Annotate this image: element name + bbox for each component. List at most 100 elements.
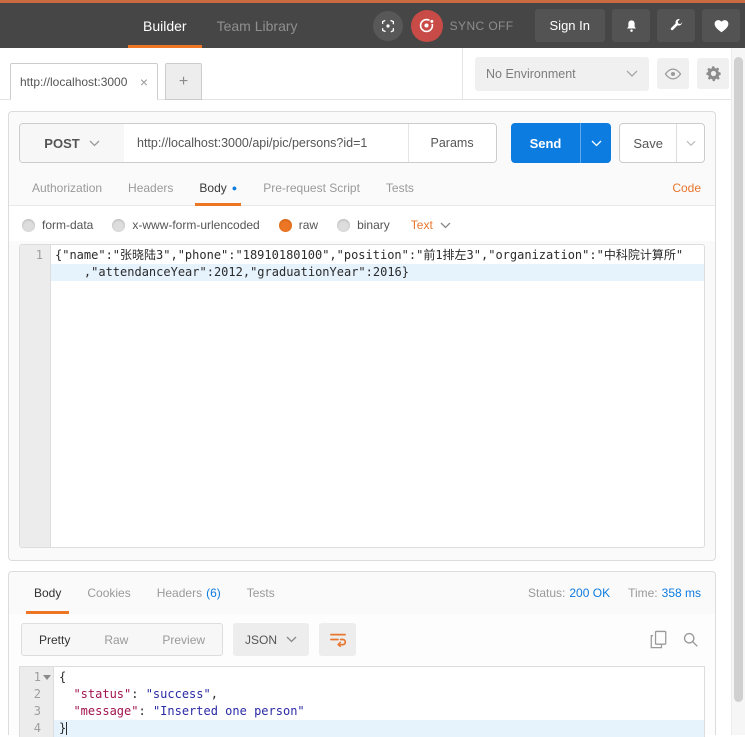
scrollbar-thumb[interactable] (734, 57, 743, 702)
view-tab-preview[interactable]: Preview (145, 624, 222, 655)
main-nav-tabs: Builder Team Library (128, 3, 313, 48)
response-tab-cookies[interactable]: Cookies (74, 572, 143, 614)
mode-binary[interactable]: binary (337, 218, 390, 232)
tab-pre-request-script[interactable]: Pre-request Script (250, 171, 373, 205)
wrap-text-button[interactable] (319, 623, 356, 656)
request-builder-panel: POST Params Send (8, 111, 716, 561)
chevron-down-icon (686, 140, 696, 147)
request-body-editor[interactable]: 1 {"name":"张晓陆3","phone":"18910180100","… (19, 244, 705, 548)
radio-unselected-icon[interactable] (112, 219, 125, 232)
response-actions (650, 630, 703, 649)
wrap-text-icon (329, 632, 347, 647)
request-tab[interactable]: http://localhost:3000 × (10, 63, 158, 100)
status-label: Status: (528, 586, 565, 600)
response-tab-body[interactable]: Body (21, 572, 74, 614)
sync-icon (417, 16, 436, 35)
editor-content[interactable]: {"name":"张晓陆3","phone":"18910180100","po… (51, 245, 704, 547)
raw-format-selector[interactable]: Text (411, 218, 451, 232)
request-section-tabs: Authorization Headers Body ● Pre-request… (9, 171, 715, 206)
notifications-button[interactable] (612, 9, 650, 42)
save-options-button[interactable] (676, 124, 704, 162)
url-group: POST Params (19, 123, 497, 163)
copy-icon[interactable] (650, 630, 667, 649)
save-button-group: Save (619, 123, 705, 163)
heart-icon (714, 19, 729, 33)
radio-unselected-icon[interactable] (22, 219, 35, 232)
settings-button[interactable] (697, 58, 729, 89)
view-tab-raw[interactable]: Raw (87, 624, 145, 655)
open-request-tabs: http://localhost:3000 × + (0, 48, 202, 99)
mode-form-data[interactable]: form-data (22, 218, 93, 232)
generate-code-link[interactable]: Code (672, 171, 705, 205)
tab-tests[interactable]: Tests (373, 171, 427, 205)
params-button[interactable]: Params (408, 124, 496, 162)
chevron-down-icon (89, 140, 100, 147)
chevron-down-icon (626, 70, 638, 78)
send-options-button[interactable] (580, 123, 611, 163)
nav-tab-builder[interactable]: Builder (128, 3, 202, 48)
response-line: } (54, 720, 704, 737)
response-tab-tests[interactable]: Tests (234, 572, 288, 614)
time-pair: Time: 358 ms (628, 586, 701, 600)
url-input[interactable] (124, 124, 408, 162)
search-icon[interactable] (682, 631, 699, 648)
radio-unselected-icon[interactable] (337, 219, 350, 232)
response-format-selector[interactable]: JSON (233, 623, 309, 656)
chevron-down-icon (591, 140, 602, 147)
response-line: "message": "Inserted one person" (54, 703, 704, 720)
favorites-button[interactable] (702, 9, 740, 42)
line-number: 1 (20, 669, 53, 686)
response-toolbar: Pretty Raw Preview JSON (9, 614, 715, 664)
json-value: "Inserted one person" (153, 704, 305, 718)
line-number: 2 (20, 686, 53, 703)
json-value: "success" (146, 687, 211, 701)
tab-headers[interactable]: Headers (115, 171, 186, 205)
new-tab-button[interactable]: + (165, 63, 202, 100)
wrench-icon (669, 18, 684, 33)
line-number: 3 (20, 703, 53, 720)
response-panel: Body Cookies Headers (6) Tests Status: 2… (8, 571, 716, 735)
response-body-viewer[interactable]: 1 2 3 4 { "status": "success", "message"… (19, 666, 705, 737)
view-tab-pretty[interactable]: Pretty (22, 624, 87, 655)
response-view-switcher: Pretty Raw Preview (21, 623, 223, 656)
fold-collapse-icon[interactable] (43, 675, 51, 680)
chevron-down-icon (440, 222, 451, 229)
main-content: POST Params Send (0, 100, 745, 735)
close-tab-icon[interactable]: × (140, 74, 148, 90)
bell-icon (624, 18, 639, 34)
method-label: POST (44, 136, 79, 151)
tab-authorization[interactable]: Authorization (19, 171, 115, 205)
capture-icon (380, 18, 396, 34)
time-value: 358 ms (662, 586, 701, 600)
body-type-selector: form-data x-www-form-urlencoded raw bina… (9, 206, 715, 241)
response-tab-headers[interactable]: Headers (6) (144, 572, 234, 614)
response-body-content: { "status": "success", "message": "Inser… (54, 667, 704, 737)
json-key: "message" (73, 704, 138, 718)
save-button[interactable]: Save (620, 124, 676, 162)
editor-line-1: {"name":"张晓陆3","phone":"18910180100","po… (51, 247, 704, 264)
sync-button[interactable] (411, 10, 443, 42)
mode-x-www-form-urlencoded[interactable]: x-www-form-urlencoded (112, 218, 259, 232)
request-tab-label: http://localhost:3000 (20, 75, 136, 89)
environment-preview-button[interactable] (657, 58, 689, 89)
radio-selected-icon[interactable] (279, 219, 292, 232)
mode-raw[interactable]: raw (279, 218, 318, 232)
response-section-tabs: Body Cookies Headers (6) Tests Status: 2… (9, 572, 715, 614)
response-line: "status": "success", (54, 686, 704, 703)
time-label: Time: (628, 586, 658, 600)
status-pair: Status: 200 OK (528, 586, 610, 600)
editor-line-1-wrapped: ,"attendanceYear":2012,"graduationYear":… (51, 264, 704, 281)
nav-tab-team-library[interactable]: Team Library (202, 3, 313, 48)
interceptor-button[interactable] (373, 11, 403, 41)
vertical-scrollbar[interactable] (731, 48, 745, 735)
tab-body[interactable]: Body ● (186, 171, 250, 205)
line-number: 1 (20, 247, 43, 264)
chevron-down-icon (286, 636, 297, 643)
sign-in-button[interactable]: Sign In (535, 9, 605, 42)
method-selector[interactable]: POST (20, 124, 124, 162)
send-button[interactable]: Send (511, 123, 581, 163)
tools-button[interactable] (657, 9, 695, 42)
response-line: { (54, 669, 704, 686)
response-meta: Status: 200 OK Time: 358 ms (528, 572, 703, 614)
environment-selector[interactable]: No Environment (475, 57, 649, 91)
